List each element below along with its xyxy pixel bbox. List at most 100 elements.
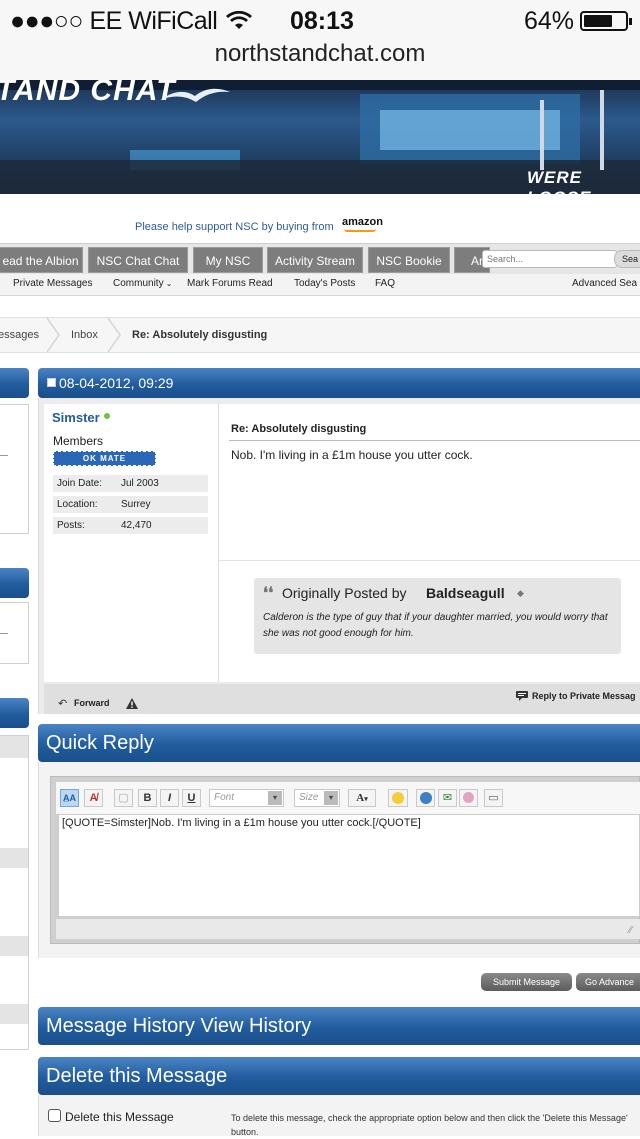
remove-formatting-button[interactable]: A̸ — [84, 789, 103, 807]
browser-chrome: ●●●○○ EE WiFiCall 08:13 64% northstandch… — [0, 0, 640, 80]
info-value: 42,470 — [121, 520, 152, 531]
insert-link-button[interactable] — [416, 789, 435, 807]
speech-bubble-icon: ▭ — [488, 792, 499, 804]
report-icon[interactable] — [126, 698, 138, 709]
chevron-down-icon: ▾ — [268, 791, 282, 805]
search-button[interactable]: Sea — [614, 250, 640, 268]
breadcrumb-current: Re: Absolutely disgusting — [132, 329, 268, 341]
font-select[interactable]: Font ▾ — [209, 789, 284, 807]
insert-image-button[interactable] — [459, 789, 478, 807]
tab-nsc-chat-chat[interactable]: NSC Chat Chat — [88, 247, 188, 273]
tab-my-nsc[interactable]: My NSC — [193, 247, 263, 273]
carrier-label: ●●●○○ EE WiFiCall — [10, 7, 218, 35]
subnav-faq[interactable]: FAQ — [375, 278, 395, 289]
paste-button[interactable]: ▢ — [114, 789, 133, 807]
site-banner[interactable]: TAND CHAT WERE LOOSE — [0, 80, 640, 194]
sidebar-box — [0, 735, 29, 1050]
url-bar[interactable]: northstandchat.com — [0, 40, 640, 68]
insert-email-button[interactable]: ✉ — [438, 789, 457, 807]
search-input[interactable] — [482, 250, 617, 268]
message-history-header[interactable]: Message History View History — [38, 1007, 640, 1045]
subnav-advanced-search[interactable]: Advanced Sea — [572, 278, 637, 289]
bold-button[interactable]: B — [138, 789, 157, 807]
info-label: Posts: — [57, 520, 85, 531]
image-icon — [463, 792, 474, 803]
delete-hint: To delete this message, check the approp… — [231, 1113, 628, 1137]
quote-button[interactable]: ▭ — [484, 789, 503, 807]
text-color-button[interactable]: A▾ — [348, 789, 376, 807]
globe-icon — [419, 792, 432, 804]
size-select[interactable]: Size ▾ — [294, 789, 340, 807]
subnav-todays-posts[interactable]: Today's Posts — [294, 278, 355, 289]
tab-nsc-bookie[interactable]: NSC Bookie — [368, 247, 450, 273]
reply-private-icon — [516, 691, 528, 701]
font-placeholder: Font — [214, 792, 235, 803]
post-status-icon — [47, 378, 56, 387]
quote-icon: ❛❛ — [263, 585, 274, 602]
forward-link[interactable]: Forward — [74, 698, 110, 708]
view-post-icon[interactable]: ◆ — [517, 588, 524, 599]
amazon-link[interactable]: amazon — [342, 216, 383, 228]
envelope-icon: ✉ — [442, 792, 453, 804]
online-status-icon — [104, 413, 110, 419]
quick-reply-header: Quick Reply — [38, 724, 640, 762]
info-join-date: Join Date: Jul 2003 — [53, 475, 208, 492]
subnav-mark-forums-read[interactable]: Mark Forums Read — [187, 278, 273, 289]
editor-footer — [56, 919, 640, 939]
forward-icon: ↶ — [58, 698, 68, 710]
message-textarea[interactable]: [QUOTE=Simster]Nob. I'm living in a £1m … — [58, 814, 640, 917]
info-location: Location: Surrey — [53, 496, 208, 513]
info-value: Surrey — [121, 499, 151, 510]
submit-message-button[interactable]: Submit Message — [481, 973, 572, 991]
tab-read-the-albion[interactable]: ead the Albion — [0, 247, 83, 273]
tab-activity-stream[interactable]: Activity Stream — [267, 247, 363, 273]
user-title: Members — [53, 434, 104, 448]
username-link[interactable]: Simster — [52, 410, 100, 425]
title-divider — [229, 440, 640, 441]
sidebar-box — [0, 602, 29, 664]
message-date: 08-04-2012, 09:29 — [59, 375, 174, 391]
size-placeholder: Size — [299, 792, 319, 803]
info-label: Location: — [57, 499, 98, 510]
italic-button[interactable]: I — [160, 789, 179, 807]
delete-checkbox-label[interactable]: Delete this Message — [65, 1110, 174, 1124]
message-header: 08-04-2012, 09:29 — [38, 368, 640, 398]
subnav-private-messages[interactable]: Private Messages — [13, 278, 92, 289]
amazon-smile-icon — [344, 229, 376, 232]
quote-text: Calderon is the type of guy that if your… — [263, 612, 608, 639]
battery-percent: 64% — [524, 7, 575, 35]
info-value: Jul 2003 — [121, 478, 159, 489]
clock: 08:13 — [290, 7, 354, 35]
subnav-community-label: Community — [113, 278, 164, 289]
reply-private-link[interactable]: Reply to Private Messag — [532, 691, 636, 701]
battery-icon — [580, 11, 632, 31]
signature-divider — [218, 560, 640, 561]
seagull-icon — [160, 88, 230, 102]
underline-button[interactable]: U — [182, 789, 201, 807]
sidebar-box — [0, 404, 29, 534]
rank-badge: OK MATE — [53, 451, 156, 466]
go-advanced-button[interactable]: Go Advance — [576, 973, 640, 991]
subnav-community[interactable]: Community ⌄ — [113, 278, 173, 289]
smilies-button[interactable] — [388, 789, 408, 807]
breadcrumb-inbox[interactable]: Inbox — [71, 329, 98, 341]
resize-handle-icon[interactable]: ⁄⁄ — [629, 925, 632, 936]
delete-message-header: Delete this Message — [38, 1057, 640, 1095]
smiley-icon — [392, 792, 404, 804]
info-label: Join Date: — [57, 478, 103, 489]
sidebar-header — [0, 368, 29, 398]
wifi-icon — [226, 11, 252, 29]
quote-prefix: Originally Posted by — [282, 585, 407, 601]
message-history-title: Message History View History — [46, 1015, 312, 1037]
delete-checkbox[interactable] — [48, 1109, 61, 1122]
support-text: Please help support NSC by buying from — [135, 221, 334, 233]
delete-message-title: Delete this Message — [46, 1065, 228, 1087]
chevron-down-icon: ▾ — [324, 791, 338, 805]
switch-editor-mode-button[interactable]: A̲A — [60, 789, 79, 807]
banner-slogan: WERE LOOSE — [527, 168, 591, 194]
quote-box: ❛❛ Originally Posted by Baldseagull ◆ Ca… — [254, 578, 621, 654]
info-posts: Posts: 42,470 — [53, 517, 208, 534]
breadcrumb-messages[interactable]: essages — [0, 329, 39, 341]
message-body: Nob. I'm living in a £1m house you utter… — [231, 448, 473, 462]
quote-author[interactable]: Baldseagull — [426, 585, 505, 601]
